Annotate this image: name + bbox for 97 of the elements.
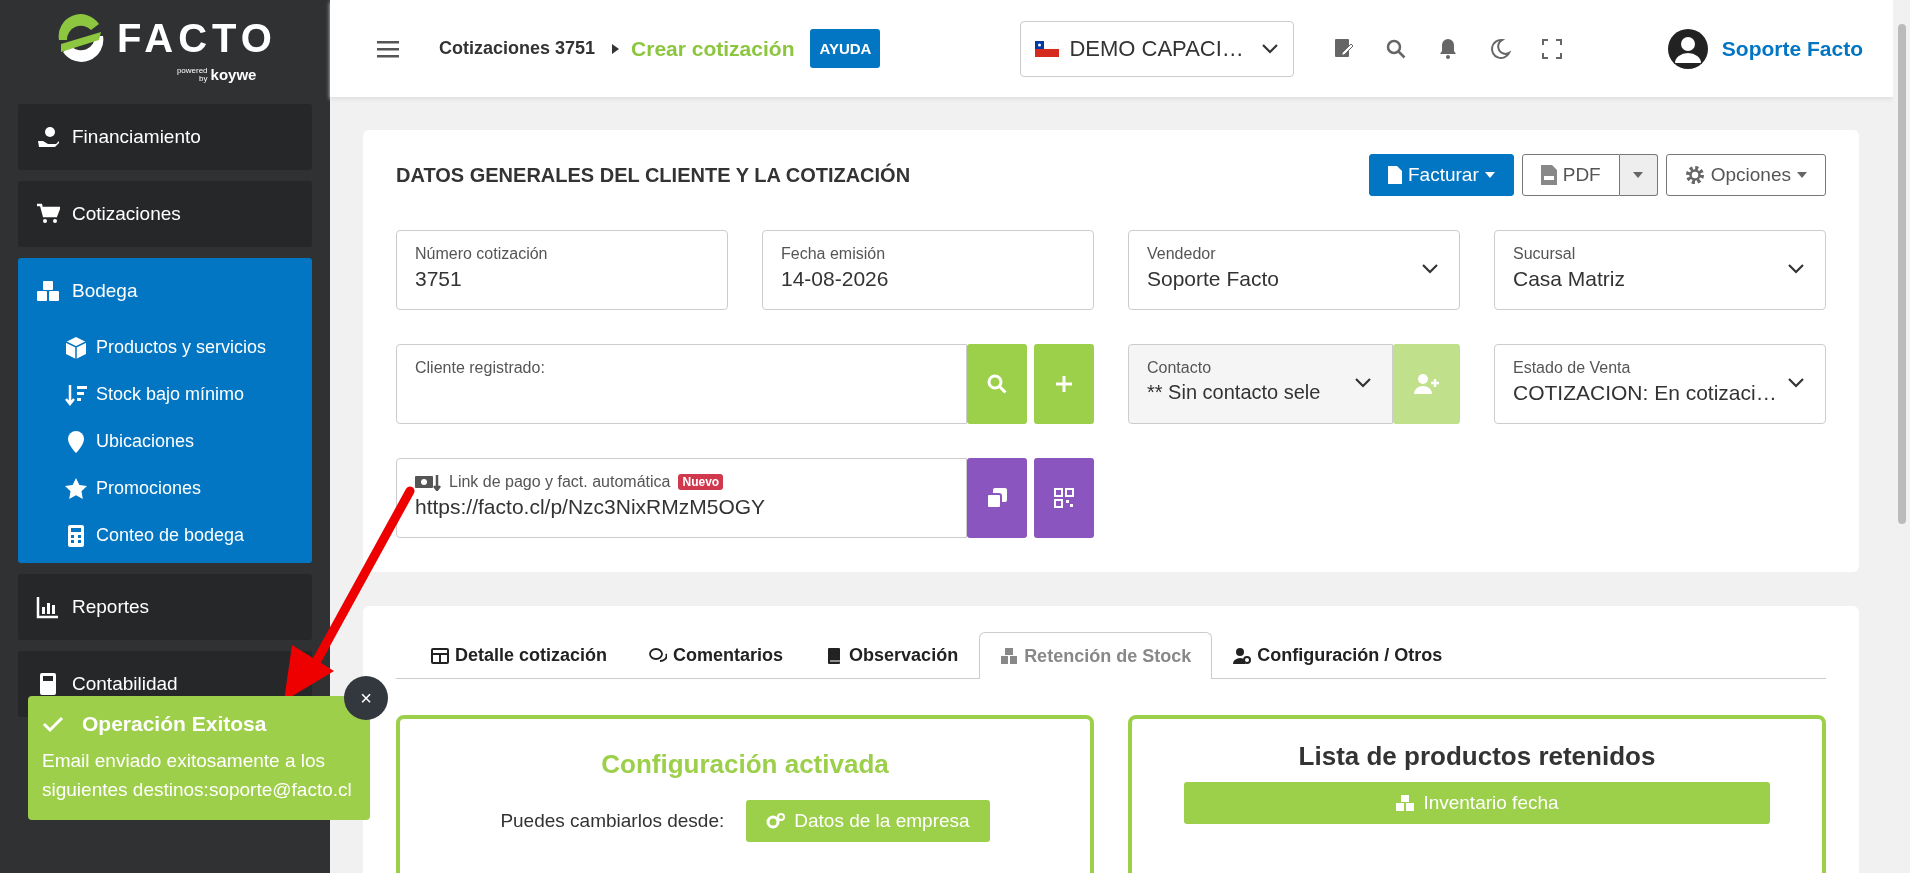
field-label: Sucursal [1513, 245, 1577, 263]
sidebar-item[interactable]: Bodega Productos y servicios Stock bajo mínimo Ubicaciones Promociones Conteo de bodega [18, 258, 312, 563]
bar-chart-icon [36, 595, 60, 619]
sidebar-item-label: Cotizaciones [72, 203, 181, 225]
field-label: Contacto [1147, 359, 1213, 377]
submenu-item[interactable]: Promociones [96, 478, 202, 499]
options-button[interactable]: Opciones [1665, 154, 1826, 196]
input-field[interactable]: Cliente registrado: [396, 344, 967, 424]
logo-text: FACTO [117, 16, 277, 60]
field-value: 14-08-2026 [781, 267, 889, 291]
caret-down-icon [1484, 172, 1495, 178]
chevron-down-icon [1787, 263, 1805, 275]
field-value: Soporte Facto [1147, 267, 1279, 291]
fullscreen-icon[interactable] [1540, 36, 1565, 61]
select-field[interactable]: Sucursal Casa Matriz [1494, 230, 1826, 310]
field-label: Vendedor [1147, 245, 1217, 263]
field-value: 3751 [415, 267, 462, 291]
hand-coin-icon [36, 125, 60, 149]
copy-icon [986, 487, 1008, 509]
dropdown-toggle[interactable] [1619, 154, 1658, 196]
select-field[interactable]: Estado de Venta COTIZACION: En cotizaci… [1494, 344, 1826, 424]
field-label: Número cotización [415, 245, 549, 263]
sidebar-item[interactable]: Cotizaciones [18, 181, 312, 247]
panel-title: Configuración activada [601, 749, 889, 780]
input-field[interactable]: Fecha emisión 14-08-2026 [762, 230, 1094, 310]
pdf-button[interactable]: PDF [1521, 154, 1620, 196]
submenu-item[interactable]: Stock bajo mínimo [96, 384, 245, 405]
chevron-down-icon [1787, 377, 1805, 389]
table-icon [431, 646, 449, 665]
boxes-icon [36, 279, 60, 303]
sort-down-icon [64, 382, 88, 407]
boxes-icon [1395, 794, 1416, 812]
section-title: DATOS GENERALES DEL CLIENTE Y LA COTIZACIÓN [396, 163, 911, 187]
sidebar-item-label: Reportes [72, 596, 150, 618]
field-value: https://facto.cl/p/Nzc3NixRMzM5OGY [415, 495, 766, 519]
submenu-item[interactable]: Conteo de bodega [96, 525, 245, 546]
copy-button[interactable] [967, 458, 1027, 538]
field-value: COTIZACION: En cotizaci… [1513, 381, 1777, 405]
breadcrumb-link[interactable]: Cotizaciones 3751 [439, 38, 596, 59]
field-label: Cliente registrado: [415, 359, 546, 377]
select-field[interactable]: Contacto ** Sin contacto sele [1128, 344, 1393, 424]
field-label: Link de pago y fact. automática [449, 473, 671, 491]
toast-message: Email enviado exitosamente a los siguientes destinos:soporte@facto.cl [42, 749, 353, 802]
pdf-file-icon [1540, 165, 1557, 185]
qr-code-button[interactable] [1034, 458, 1094, 538]
field-label: Estado de Venta [1513, 359, 1632, 377]
field-label: Fecha emisión [781, 245, 887, 263]
star-icon [64, 476, 88, 501]
check-icon [42, 715, 64, 733]
boxes-icon [1000, 647, 1019, 665]
submenu-item[interactable]: Productos y servicios [96, 337, 267, 358]
sidebar-item-label: Financiamiento [72, 126, 201, 148]
tab[interactable]: Configuración / Otros [1212, 632, 1464, 678]
chevron-down-icon [1354, 377, 1372, 389]
company-selector[interactable]: DEMO CAPACI… [1020, 20, 1295, 77]
field-value: Casa Matriz [1513, 267, 1626, 291]
tab[interactable]: Detalle cotización [410, 632, 629, 678]
search-icon [986, 373, 1008, 395]
chat-bubbles-icon [649, 646, 668, 665]
company-name: DEMO CAPACI… [1069, 35, 1244, 62]
chevron-down-icon [1261, 42, 1280, 55]
avatar-icon[interactable] [1667, 28, 1708, 69]
field-value: ** Sin contacto sele [1147, 381, 1321, 404]
caret-down-icon [1797, 172, 1807, 178]
cube-icon [64, 335, 88, 360]
sidebar-item[interactable]: Reportes [18, 574, 312, 640]
user-gear-icon [1233, 646, 1252, 665]
moon-icon[interactable] [1488, 36, 1513, 61]
logo-brand: koywe [210, 66, 257, 83]
user-plus-icon [1413, 373, 1440, 395]
tab[interactable]: Retención de Stock [979, 632, 1213, 679]
qr-code-icon [1054, 488, 1074, 508]
cart-icon [36, 202, 60, 226]
panel-text: Puedes cambiarlos desde: [500, 810, 725, 832]
caret-down-icon [1633, 172, 1644, 178]
sidebar-item-label: Contabilidad [72, 673, 178, 695]
chevron-down-icon [1421, 263, 1439, 275]
document-icon [1387, 166, 1402, 184]
chile-flag-icon [1035, 40, 1060, 57]
link-field[interactable]: Link de pago y fact. automática Nuevo https://facto.cl/p/Nzc3NixRMzM5OGY [396, 458, 967, 538]
logo-tagline: powered by [175, 66, 208, 83]
submenu-item[interactable]: Ubicaciones [96, 431, 195, 452]
input-field[interactable]: Número cotización 3751 [396, 230, 728, 310]
sidebar-item-label: Bodega [72, 280, 138, 302]
tab[interactable]: Observación [804, 632, 980, 678]
user-name[interactable]: Soporte Facto [1721, 36, 1863, 61]
menu-icon[interactable] [377, 39, 399, 58]
plus-icon [1054, 374, 1074, 394]
page-title: Crear cotización [631, 36, 795, 61]
panel-title: Lista de productos retenidos [1298, 741, 1656, 772]
help-button[interactable]: AYUDA [810, 29, 881, 68]
select-field[interactable]: Vendedor Soporte Facto [1128, 230, 1460, 310]
gear-icon [1684, 165, 1705, 185]
sidebar-item[interactable]: Financiamiento [18, 104, 312, 170]
invoice-button[interactable]: Facturar [1368, 154, 1514, 196]
tab[interactable]: Comentarios [628, 632, 805, 678]
new-badge: Nuevo [678, 474, 724, 490]
